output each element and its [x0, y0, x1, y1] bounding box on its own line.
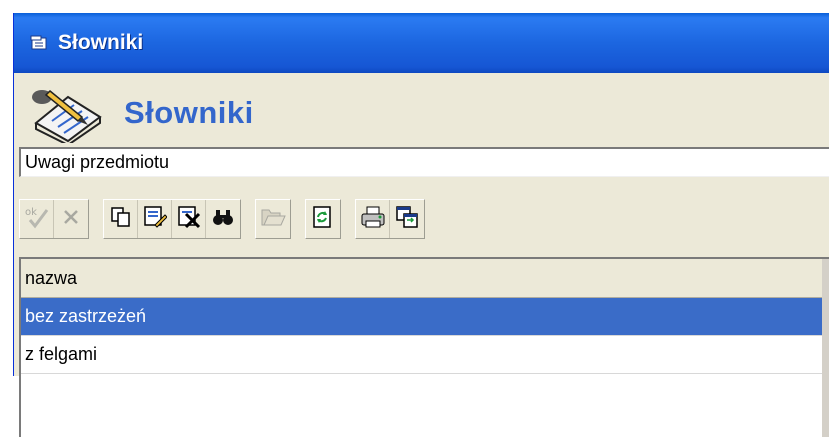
toolbar-group-edit: [103, 199, 241, 239]
toolbar: ok: [19, 197, 829, 241]
print-button[interactable]: [356, 200, 390, 238]
open-button[interactable]: [256, 200, 290, 238]
dictionary-select[interactable]: Uwagi przedmiotu: [19, 147, 829, 177]
window-app-icon: [28, 32, 50, 54]
delete-x-icon: [177, 205, 201, 233]
vertical-scrollbar[interactable]: [822, 259, 829, 437]
page-header: Słowniki: [18, 81, 829, 147]
folder-open-icon: [260, 205, 286, 233]
refresh-button[interactable]: [306, 200, 340, 238]
column-header-nazwa[interactable]: nazwa: [21, 259, 829, 298]
find-button[interactable]: [206, 200, 240, 238]
page-title: Słowniki: [124, 95, 254, 130]
table-row[interactable]: bez zastrzeżeń: [21, 298, 829, 336]
refresh-icon: [311, 205, 335, 233]
client-area: Słowniki Uwagi przedmiotu ok nazwa bez z…: [18, 73, 829, 437]
data-grid: nazwa bez zastrzeżeń z felgami: [19, 257, 829, 437]
toolbar-group-output: [355, 199, 425, 239]
edit-button[interactable]: [138, 200, 172, 238]
binoculars-icon: [211, 205, 235, 233]
svg-text:ok: ok: [25, 207, 37, 218]
copy-button[interactable]: [104, 200, 138, 238]
delete-button[interactable]: [172, 200, 206, 238]
toolbar-group-refresh: [305, 199, 341, 239]
dictionaries-window: Słowniki Słowniki Uwagi przedmiotu ok na…: [13, 13, 829, 437]
title-bar[interactable]: Słowniki: [14, 13, 829, 73]
export-window-icon: [395, 205, 419, 233]
export-button[interactable]: [390, 200, 424, 238]
toolbar-group-confirm: ok: [19, 199, 89, 239]
table-row[interactable]: z felgami: [21, 336, 829, 374]
ok-check-icon: ok: [24, 204, 50, 234]
x-icon: [61, 207, 81, 231]
ok-button[interactable]: ok: [20, 200, 54, 238]
window-title: Słowniki: [58, 31, 144, 54]
toolbar-group-open: [255, 199, 291, 239]
notebook-pen-icon: [28, 83, 106, 147]
cancel-button[interactable]: [54, 200, 88, 238]
printer-icon: [360, 205, 386, 233]
edit-pencil-icon: [143, 205, 168, 233]
copy-icon: [109, 205, 133, 233]
